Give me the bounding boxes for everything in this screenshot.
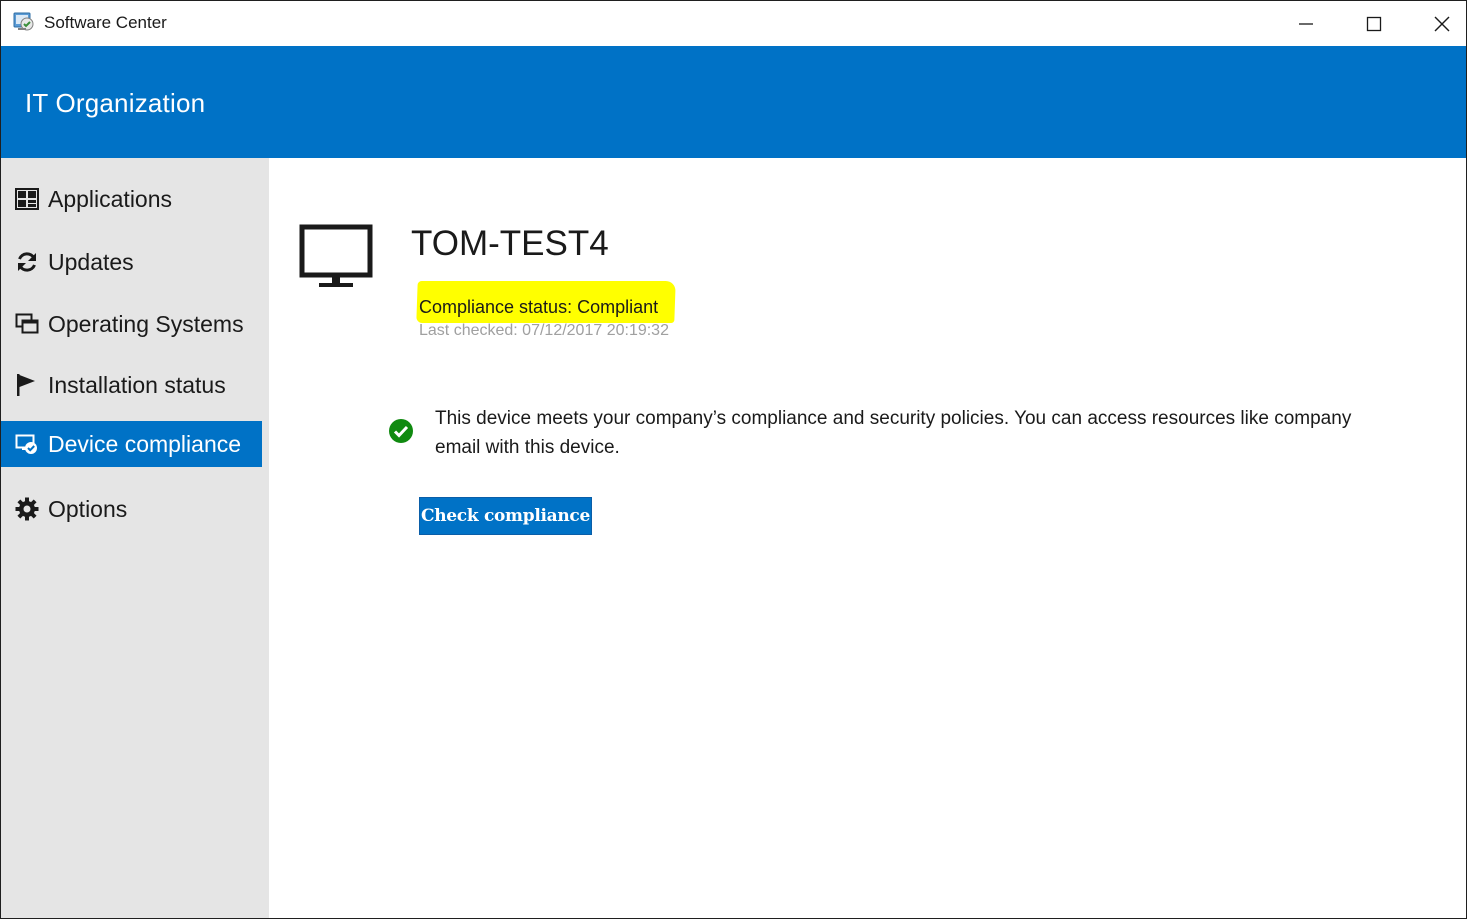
sidebar-item-label: Device compliance [48, 431, 242, 457]
operating-systems-icon [15, 312, 39, 336]
monitor-icon [299, 224, 373, 292]
sidebar-item-device-compliance[interactable]: Device compliance [1, 421, 262, 467]
check-compliance-button[interactable]: Check compliance [419, 497, 592, 535]
last-checked: Last checked: 07/12/2017 20:19:32 [419, 322, 669, 339]
compliance-message: This device meets your company’s complia… [435, 408, 1352, 458]
sidebar-item-label: Installation status [48, 372, 226, 398]
sidebar-item-installation-status[interactable]: Installation status [1, 362, 262, 408]
close-icon [1434, 16, 1450, 31]
compliance-status: Compliance status: Compliant [419, 297, 659, 317]
maximize-icon [1366, 16, 1382, 31]
sidebar-item-label: Options [48, 496, 128, 522]
software-center-window: Software Center IT Organization Applicat… [0, 0, 1467, 919]
check-circle-icon [388, 418, 414, 444]
device-name: TOM-TEST4 [411, 224, 609, 263]
sidebar-item-label: Applications [48, 186, 173, 212]
sidebar-item-applications[interactable]: Applications [1, 176, 262, 222]
device-compliance-icon [15, 432, 39, 456]
window-title: Software Center [44, 13, 167, 32]
sidebar-item-label: Operating Systems [48, 311, 244, 337]
sidebar-item-updates[interactable]: Updates [1, 239, 262, 285]
sidebar-item-operating-systems[interactable]: Operating Systems [1, 301, 262, 347]
title-bar[interactable]: Software Center [1, 1, 1466, 46]
close-button[interactable] [1408, 1, 1466, 46]
maximize-button[interactable] [1340, 1, 1408, 46]
applications-icon [15, 187, 39, 211]
gear-icon [15, 497, 39, 521]
organization-name: IT Organization [25, 88, 206, 118]
refresh-icon [15, 250, 39, 274]
flag-icon [15, 373, 39, 397]
sidebar-item-label: Updates [48, 249, 134, 275]
organization-header: IT Organization [1, 46, 1466, 158]
minimize-button[interactable] [1272, 1, 1340, 46]
minimize-icon [1299, 22, 1313, 25]
sidebar: Applications Updates Operating Systems I… [1, 158, 269, 918]
sidebar-item-options[interactable]: Options [1, 486, 262, 532]
software-center-icon [12, 10, 36, 34]
device-compliance-panel: TOM-TEST4 Compliance status: Compliant L… [269, 158, 1466, 918]
